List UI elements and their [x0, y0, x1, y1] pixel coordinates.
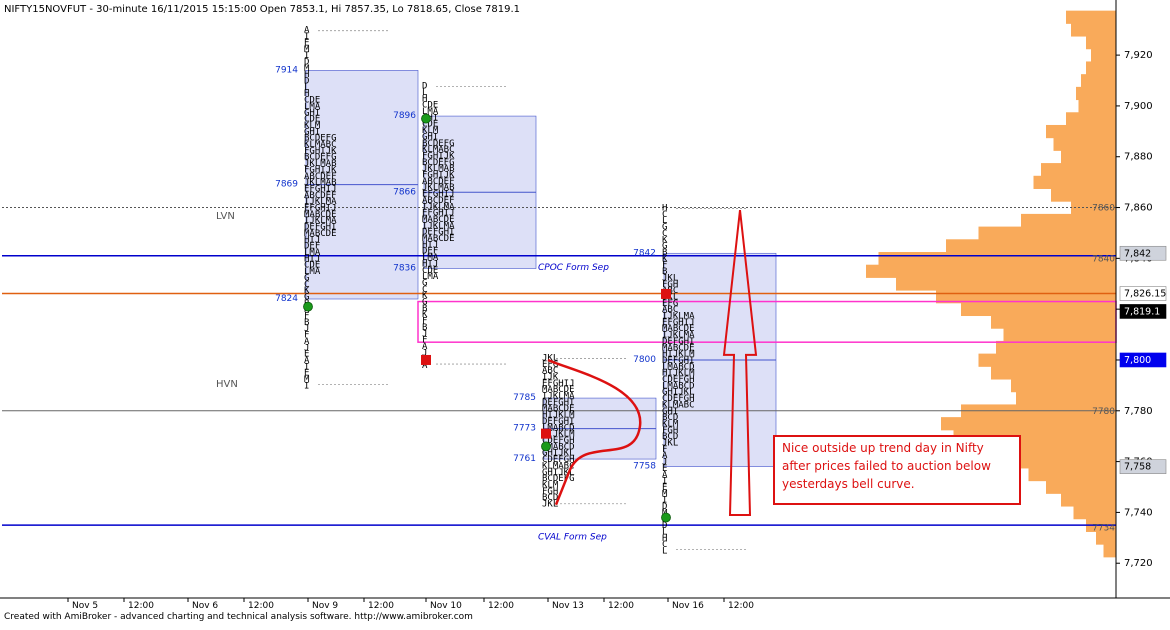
volume-bar — [866, 264, 1116, 278]
line-value-label: 7734 — [1092, 524, 1115, 534]
chart-root: NIFTY15NOVFUT - 30-minute 16/11/2015 15:… — [0, 0, 1170, 626]
volume-bar — [1011, 379, 1116, 393]
session-value-label: 7773 — [513, 424, 536, 434]
x-tick-label: 12:00 — [128, 601, 154, 611]
annotation-line: yesterdays bell curve. — [782, 477, 915, 491]
price-tag-label: 7,758 — [1124, 462, 1151, 473]
x-tick-label: 12:00 — [728, 601, 754, 611]
market-profile-chart: NIFTY15NOVFUT - 30-minute 16/11/2015 15:… — [0, 0, 1170, 611]
x-tick-label: 12:00 — [368, 601, 394, 611]
volume-bar — [978, 353, 1116, 367]
volume-bar — [946, 239, 1116, 253]
session-value-label: 7869 — [275, 180, 298, 190]
volume-bar — [1071, 23, 1116, 37]
session-value-label: 7785 — [513, 393, 536, 403]
volume-bar — [1021, 213, 1116, 228]
volume-bar — [1061, 493, 1116, 507]
x-tick-label: 12:00 — [608, 601, 634, 611]
y-tick-label: 7,860 — [1124, 203, 1153, 214]
price-tag-label: 7,800 — [1124, 355, 1151, 366]
reference-label: LVN — [216, 211, 235, 222]
volume-bar — [1051, 188, 1116, 202]
volume-bar — [1066, 112, 1116, 126]
x-tick-label: Nov 6 — [192, 601, 218, 611]
volume-bar — [1078, 99, 1116, 113]
line-value-label: 7780 — [1092, 407, 1115, 417]
x-tick-label: Nov 16 — [672, 601, 704, 611]
open-marker — [541, 441, 551, 452]
session-value-label: 7914 — [275, 65, 298, 75]
annotation-line: Nice outside up trend day in Nifty — [782, 441, 984, 455]
session-value-label: 7896 — [393, 111, 416, 121]
annotation-line: after prices failed to auction below — [782, 459, 991, 473]
volume-bar — [1103, 544, 1116, 558]
tpo-letters: L — [662, 547, 667, 557]
volume-bar — [991, 315, 1116, 329]
price-tag-label: 7,819.1 — [1124, 306, 1160, 317]
volume-bar — [1016, 391, 1116, 405]
x-tick-label: Nov 5 — [72, 601, 98, 611]
volume-bar — [1003, 328, 1116, 342]
x-tick-label: Nov 13 — [552, 601, 584, 611]
volume-bar — [878, 252, 1116, 266]
volume-bar — [1061, 150, 1116, 164]
session-value-label: 7842 — [633, 248, 656, 258]
reference-label: HVN — [216, 379, 238, 390]
line-value-label: 7860 — [1092, 204, 1115, 214]
reference-label: CVAL Form Sep — [538, 532, 607, 542]
volume-bar — [1041, 163, 1116, 177]
session-value-label: 7866 — [393, 187, 416, 197]
volume-bar — [941, 417, 1116, 431]
volume-bar — [991, 366, 1116, 380]
volume-bar — [1073, 506, 1116, 520]
footer-credit: Created with AmiBroker - advanced charti… — [4, 612, 473, 622]
volume-bar — [1066, 10, 1116, 24]
session-value-label: 7761 — [513, 454, 536, 464]
y-tick-label: 7,920 — [1124, 50, 1153, 61]
volume-bar — [1011, 455, 1116, 469]
volume-bar — [1091, 48, 1116, 62]
volume-bar — [1046, 480, 1116, 494]
reference-label: CPOC Form Sep — [538, 263, 609, 273]
open-marker — [421, 113, 431, 124]
x-tick-label: Nov 10 — [430, 601, 462, 611]
volume-bar — [1081, 74, 1116, 88]
y-tick-label: 7,740 — [1124, 507, 1153, 518]
tpo-letters: I — [304, 381, 309, 391]
close-marker — [541, 428, 551, 439]
open-marker — [303, 301, 313, 312]
x-tick-label: 12:00 — [248, 601, 274, 611]
volume-bar — [1086, 36, 1116, 50]
volume-bar — [1046, 124, 1116, 139]
volume-bar — [978, 226, 1116, 240]
volume-bar — [896, 277, 1116, 291]
close-marker — [421, 354, 431, 365]
close-marker — [661, 288, 671, 299]
volume-bar — [961, 302, 1116, 317]
volume-bar — [1086, 61, 1116, 75]
y-tick-label: 7,880 — [1124, 152, 1153, 163]
volume-bar — [1033, 175, 1116, 189]
line-value-label: 7840 — [1092, 254, 1115, 264]
open-marker — [661, 512, 671, 523]
price-tag-label: 7,842 — [1124, 248, 1151, 259]
session-value-label: 7758 — [633, 462, 656, 472]
y-tick-label: 7,720 — [1124, 558, 1153, 569]
volume-bar — [1028, 467, 1116, 482]
session-value-label: 7800 — [633, 355, 656, 365]
x-tick-label: Nov 9 — [312, 601, 338, 611]
volume-bar — [1076, 86, 1116, 101]
session-value-label: 7824 — [275, 294, 298, 304]
y-tick-label: 7,900 — [1124, 101, 1153, 112]
price-tag-label: 7,826.15 — [1124, 289, 1166, 300]
volume-bar — [1053, 137, 1116, 151]
y-tick-label: 7,780 — [1124, 406, 1153, 417]
session-value-label: 7836 — [393, 264, 416, 274]
chart-title: NIFTY15NOVFUT - 30-minute 16/11/2015 15:… — [4, 4, 520, 15]
x-tick-label: 12:00 — [488, 601, 514, 611]
